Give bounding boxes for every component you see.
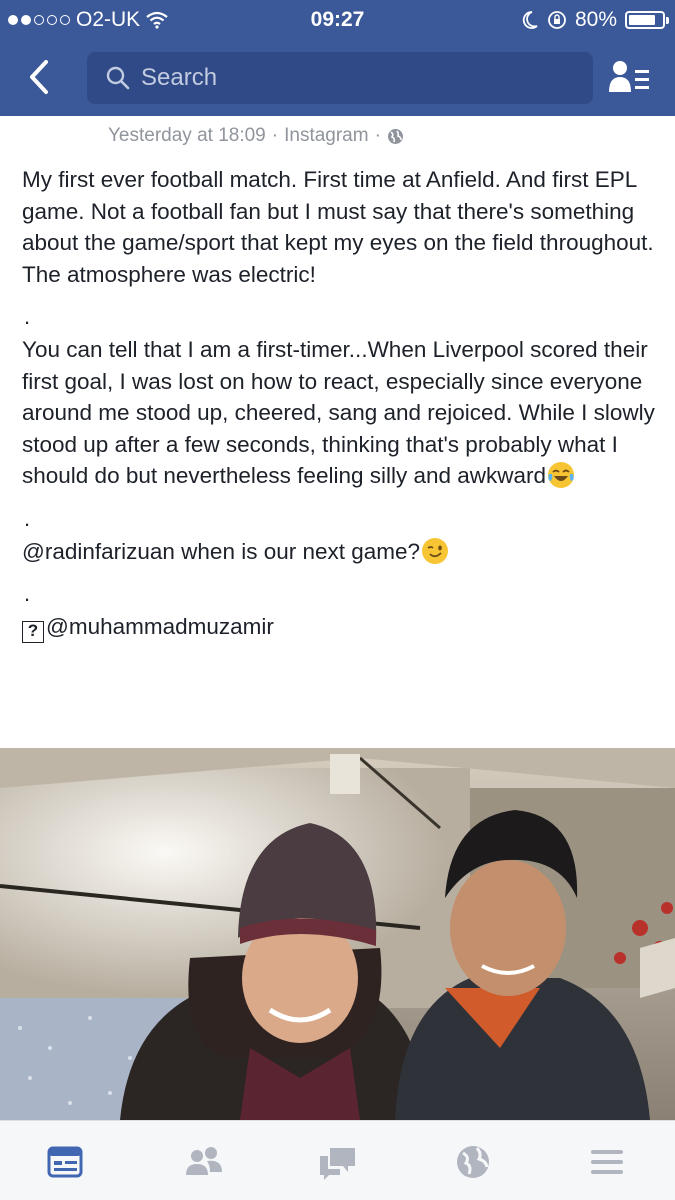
nav-row: Search — [0, 48, 675, 106]
mention-link[interactable]: @muhammadmuzamir — [46, 614, 274, 639]
post-photo[interactable] — [0, 748, 675, 1120]
search-icon — [106, 66, 130, 90]
tab-news-feed[interactable] — [42, 1139, 88, 1185]
post-bullet: . — [24, 304, 31, 329]
messages-icon — [320, 1148, 355, 1180]
winking-face-emoji — [422, 537, 449, 564]
post-body: My first ever football match. First time… — [22, 164, 662, 643]
post-meta: Yesterday at 18:09 · Instagram · — [108, 125, 404, 147]
post-bullet: . — [24, 505, 31, 531]
moon-icon — [522, 11, 538, 29]
globe-icon — [387, 128, 403, 144]
back-button[interactable] — [22, 54, 62, 100]
tab-notifications[interactable] — [450, 1139, 496, 1185]
post-source[interactable]: Instagram — [284, 125, 368, 147]
rotation-lock-icon — [548, 11, 566, 29]
tears-of-joy-emoji — [548, 462, 575, 488]
chevron-left-icon — [30, 60, 48, 94]
meta-separator: · — [374, 125, 381, 146]
unknown-glyph-box: ? — [22, 621, 44, 643]
battery-percent: 80% — [574, 8, 617, 31]
search-placeholder: Search — [141, 64, 218, 91]
post-timestamp[interactable]: Yesterday at 18:09 — [108, 125, 266, 147]
post-paragraph-text[interactable]: @radinfarizuan when is our next game? — [22, 539, 420, 564]
bottom-tab-bar — [0, 1120, 675, 1200]
meta-separator: · — [271, 125, 279, 146]
stadium-photo-image — [0, 748, 675, 1120]
friend-requests-icon — [609, 61, 649, 92]
post-bullet: . — [24, 581, 31, 606]
battery-icon — [625, 11, 669, 29]
post-paragraph: @radinfarizuan when is our next game? — [22, 536, 662, 568]
post-paragraph: You can tell that I am a first-timer...W… — [22, 334, 662, 492]
notifications-globe-icon — [457, 1146, 489, 1178]
tab-menu[interactable] — [584, 1139, 630, 1185]
tab-friends[interactable] — [181, 1139, 227, 1185]
tab-messages[interactable] — [315, 1139, 361, 1185]
status-right: 80% — [521, 8, 669, 32]
friend-requests-button[interactable] — [608, 56, 652, 100]
friends-icon — [186, 1147, 222, 1175]
status-bar: O2-UK 09:27 80% — [0, 0, 675, 40]
post-paragraph: My first ever football match. First time… — [22, 167, 654, 287]
news-feed-icon — [47, 1146, 83, 1178]
search-input[interactable]: Search — [87, 52, 593, 104]
post-mention-line: ? @muhammadmuzamir — [22, 611, 662, 643]
top-bar: O2-UK 09:27 80% Search — [0, 0, 675, 116]
menu-icon — [591, 1150, 623, 1174]
